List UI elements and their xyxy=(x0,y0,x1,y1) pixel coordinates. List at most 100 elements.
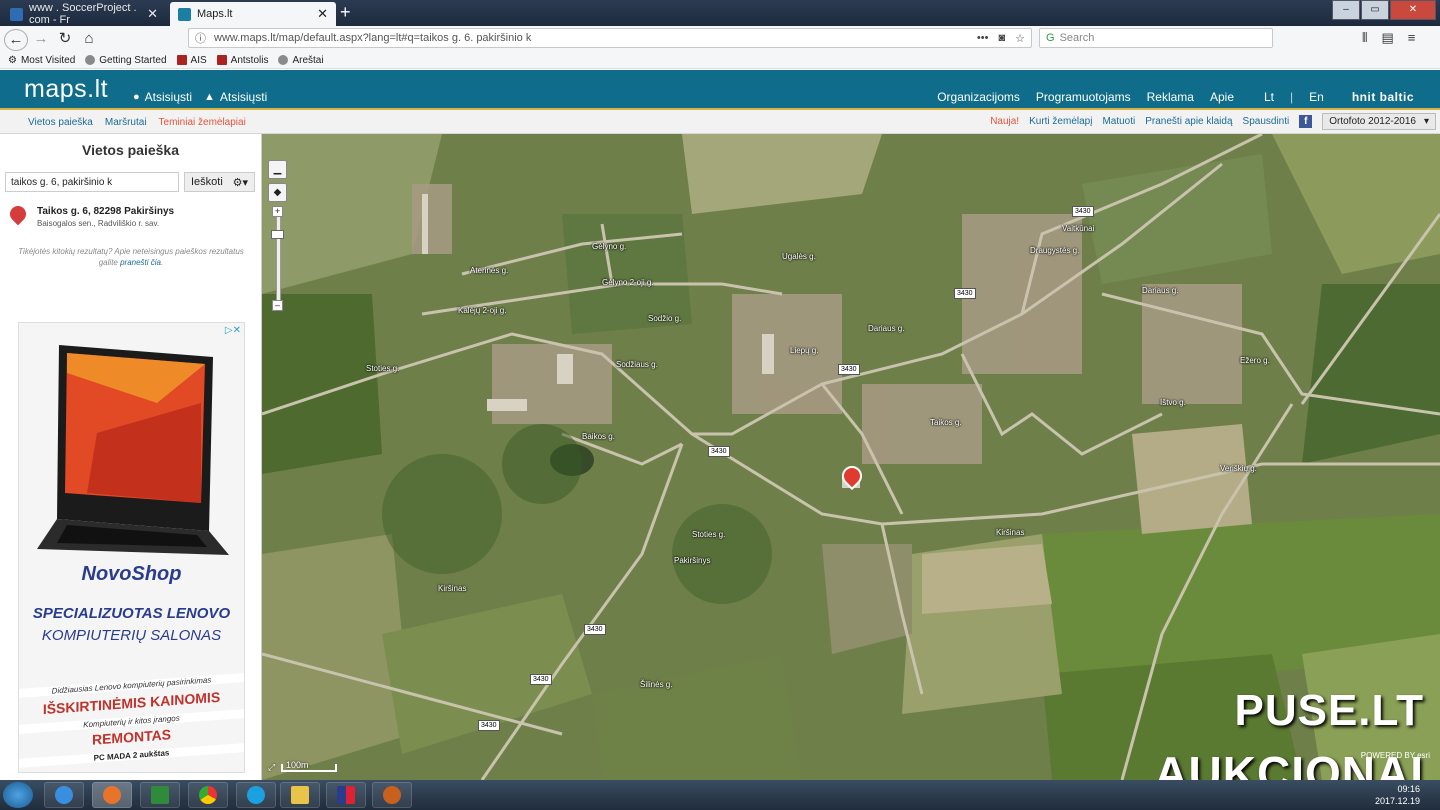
layers-icon[interactable]: ◆ xyxy=(268,183,287,202)
route-label: 3430 xyxy=(838,364,860,375)
bookmark-label: AIS xyxy=(190,54,207,66)
measure-link[interactable]: Matuoti xyxy=(1102,116,1135,127)
clock-time: 09:16 xyxy=(1397,784,1420,794)
windows-taskbar: 09:16 2017.12.19 xyxy=(0,780,1440,810)
tab-teminiai-zemelapiai[interactable]: Teminiai žemėlapiai xyxy=(159,117,246,128)
road-label: Gėlyno g. xyxy=(592,242,627,251)
road-label: Ištvo g. xyxy=(1160,398,1186,407)
explorer-taskbar-icon[interactable] xyxy=(280,782,320,808)
url-text: www.maps.lt/map/default.aspx?lang=lt#q=t… xyxy=(214,32,532,44)
chrome-taskbar-icon[interactable] xyxy=(188,782,228,808)
bookmark-ais[interactable]: AIS xyxy=(176,54,207,66)
close-tab-icon[interactable]: ✕ xyxy=(317,6,328,22)
lang-en[interactable]: En xyxy=(1309,90,1324,104)
page-actions-icon[interactable]: ••• xyxy=(977,32,989,45)
zoom-in-icon[interactable]: + xyxy=(272,206,283,217)
place-search-input[interactable] xyxy=(5,172,179,192)
zoom-knob[interactable] xyxy=(271,230,284,239)
tab-maps[interactable]: Maps.lt ✕ xyxy=(170,2,336,26)
close-tab-icon[interactable]: ✕ xyxy=(147,6,158,22)
search-button[interactable]: Ieškoti ⚙▾ xyxy=(184,172,255,192)
route-label: 3430 xyxy=(530,674,552,685)
zoom-slider[interactable]: + – xyxy=(271,206,284,311)
download-android-link[interactable]: ▲ Atsisiųsti xyxy=(204,90,267,104)
bookmarks-bar: ⚙ Most Visited Getting Started AIS Antsto… xyxy=(0,52,1440,69)
print-link[interactable]: Spausdinti xyxy=(1243,116,1290,127)
bookmark-label: Areštai xyxy=(292,54,324,66)
bookmark-most-visited[interactable]: ⚙ Most Visited xyxy=(8,55,75,66)
apple-icon: ● xyxy=(133,91,140,103)
laptop-image xyxy=(37,345,229,555)
map-view[interactable]: Aterinės g. Gėlyno g. Gėlyno 2-oji g. Ka… xyxy=(262,134,1440,780)
bookmark-arestai[interactable]: Areštai xyxy=(278,54,324,66)
result-title[interactable]: Taikos g. 6, 82298 Pakiršinys xyxy=(37,206,174,217)
menu-programuotojams[interactable]: Programuotojams xyxy=(1036,90,1131,104)
report-here-link[interactable]: pranešti čia xyxy=(120,258,161,267)
home-icon[interactable]: ⌂ xyxy=(78,29,100,49)
sidebar-icon[interactable]: ▤ xyxy=(1381,30,1393,46)
bookmark-getting-started[interactable]: Getting Started xyxy=(85,55,167,66)
gear-icon: ⚙ xyxy=(8,54,17,66)
antstolis-icon xyxy=(216,55,227,65)
menu-icon[interactable]: ≡ xyxy=(1408,30,1416,46)
maps-favicon-icon xyxy=(178,7,191,21)
zoom-out-icon[interactable]: – xyxy=(272,300,283,311)
start-button[interactable] xyxy=(3,782,33,808)
tab-soccerproject[interactable]: www . SoccerProject . com - Fr ✕ xyxy=(2,2,166,26)
library-icon[interactable]: ⫴ xyxy=(1362,30,1367,46)
dropdown-chevron-icon[interactable]: ⚙▾ xyxy=(233,176,248,189)
bookmark-star-icon[interactable]: ☆ xyxy=(1015,32,1025,45)
app2-taskbar-icon[interactable] xyxy=(372,782,412,808)
bookmark-antstolis[interactable]: Antstolis xyxy=(216,54,269,66)
info-icon[interactable]: ⓘ xyxy=(195,30,206,46)
excel-taskbar-icon[interactable] xyxy=(140,782,180,808)
brand-logo[interactable]: hnit baltic xyxy=(1352,90,1414,104)
lang-separator: | xyxy=(1290,90,1294,104)
close-window-icon[interactable]: ✕ xyxy=(1390,0,1436,20)
road-label: Šilinės g. xyxy=(640,680,673,689)
search-input[interactable]: G Search xyxy=(1039,28,1273,48)
road-label: Baikos g. xyxy=(582,432,615,441)
back-icon[interactable]: ← xyxy=(4,29,28,51)
menu-reklama[interactable]: Reklama xyxy=(1147,90,1194,104)
zoom-track[interactable] xyxy=(276,216,281,302)
skype-taskbar-icon[interactable] xyxy=(236,782,276,808)
reload-icon[interactable]: ↻ xyxy=(54,29,76,49)
search-placeholder: Search xyxy=(1059,32,1095,44)
advertisement[interactable]: ▷✕ NovoShop SPECIALIZUOTAS LENOVO KOMPIU… xyxy=(18,322,245,773)
bookmark-label: Most Visited xyxy=(20,54,76,66)
site-header: maps.lt ● Atsisiųsti ▲ Atsisiųsti Organi… xyxy=(0,70,1440,110)
tab-vietos-paieska[interactable]: Vietos paieška xyxy=(28,117,93,128)
route-label: 3430 xyxy=(708,446,730,457)
menu-organizacijoms[interactable]: Organizacijoms xyxy=(937,90,1020,104)
facebook-icon[interactable]: f xyxy=(1299,115,1313,128)
menu-apie[interactable]: Apie xyxy=(1210,90,1234,104)
app-taskbar-icon[interactable] xyxy=(326,782,366,808)
lang-lt[interactable]: Lt xyxy=(1264,90,1274,104)
expand-icon[interactable]: ⤢ xyxy=(268,762,275,773)
forward-icon[interactable]: → xyxy=(30,29,52,49)
minimize-icon[interactable]: – xyxy=(1332,0,1360,20)
ruler-icon[interactable]: ▁ xyxy=(268,160,287,179)
bookmark-label: Antstolis xyxy=(230,54,269,66)
system-clock[interactable]: 09:16 2017.12.19 xyxy=(1375,783,1420,807)
scale-label: 100m xyxy=(286,760,309,770)
adchoices-icon[interactable]: ▷✕ xyxy=(225,325,241,336)
panel-title: Vietos paieška xyxy=(81,142,180,158)
top-menu: Organizacijoms Programuotojams Reklama A… xyxy=(937,90,1414,104)
url-bar[interactable]: ⓘ www.maps.lt/map/default.aspx?lang=lt#q… xyxy=(188,28,1032,48)
site-logo[interactable]: maps.lt xyxy=(24,75,108,104)
download-ios-link[interactable]: ● Atsisiųsti xyxy=(133,90,192,104)
maximize-icon[interactable]: ▭ xyxy=(1361,0,1389,20)
new-tab-button[interactable]: + xyxy=(340,2,351,22)
tab-marsrutai[interactable]: Maršrutai xyxy=(105,117,147,128)
create-map-link[interactable]: Kurti žemėlapį xyxy=(1029,116,1092,127)
download-label: Atsisiųsti xyxy=(144,90,192,104)
ie-taskbar-icon[interactable] xyxy=(44,782,84,808)
report-error-link[interactable]: Pranešti apie klaidą xyxy=(1145,116,1232,127)
road-label: Aterinės g. xyxy=(470,266,509,275)
pocket-icon[interactable]: ◙ xyxy=(998,32,1005,45)
firefox-taskbar-icon[interactable] xyxy=(92,782,132,808)
layer-select[interactable]: Ortofoto 2012-2016 ▾ xyxy=(1322,113,1436,130)
help-text-end: . xyxy=(161,258,164,267)
